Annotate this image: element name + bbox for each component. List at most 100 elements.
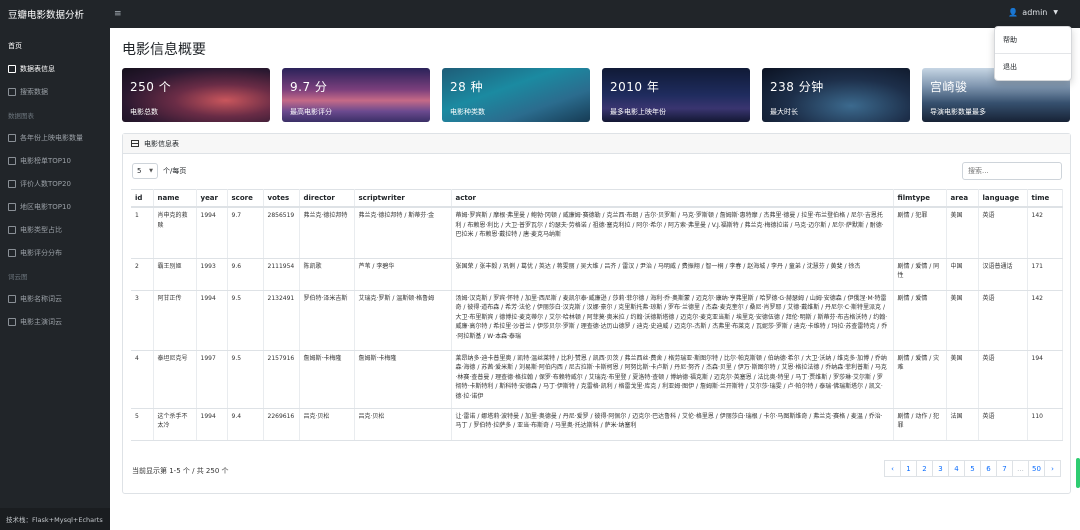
- sidebar-heading-charts: 数据图表: [8, 111, 34, 120]
- cell-year: 1994: [196, 290, 228, 351]
- sidebar-item-home[interactable]: 首页: [0, 34, 110, 57]
- table-icon: [8, 64, 16, 73]
- chart-icon: [8, 202, 16, 211]
- card-label: 最大时长: [770, 108, 798, 116]
- cell-language: 英语: [978, 350, 1028, 409]
- sidebar-item-data-table[interactable]: 数据表信息: [0, 57, 110, 80]
- column-header-director[interactable]: director: [299, 189, 355, 208]
- page-button[interactable]: 6: [980, 460, 997, 477]
- card-value: 宫崎骏: [930, 80, 968, 94]
- cell-score: 9.6: [227, 258, 264, 291]
- sidebar-item-area-top10[interactable]: 地区电影TOP10: [0, 195, 110, 218]
- page-button[interactable]: 2: [916, 460, 933, 477]
- table-row: 3 阿甘正传 1994 9.5 2132491 罗伯特·泽米吉斯 艾瑞克·罗斯 …: [131, 290, 1063, 351]
- cell-scriptwriter: 吕克·贝松: [354, 408, 452, 441]
- cell-id: 2: [131, 258, 154, 291]
- cell-time: 194: [1027, 350, 1063, 409]
- menu-divider: [995, 53, 1071, 54]
- page-button[interactable]: 4: [948, 460, 965, 477]
- card-genre-count: 28 种 电影种类数: [442, 68, 590, 122]
- sidebar-item-label: 电影榜单TOP10: [20, 156, 71, 165]
- column-header-time[interactable]: time: [1027, 189, 1063, 208]
- sidebar-item-name-cloud[interactable]: 电影名称词云: [0, 287, 110, 310]
- sidebar-toggle-icon[interactable]: ≡: [114, 9, 122, 19]
- page-ellipsis: ...: [1012, 460, 1029, 477]
- chart-icon: [8, 179, 16, 188]
- page-prev-button[interactable]: ‹: [884, 460, 901, 477]
- cell-votes: 2132491: [263, 290, 300, 351]
- page-button[interactable]: 7: [996, 460, 1013, 477]
- cell-area: 法国: [946, 408, 979, 441]
- column-header-actor[interactable]: actor: [451, 189, 894, 208]
- user-icon: 👤: [1008, 8, 1019, 17]
- card-label: 电影总数: [130, 108, 158, 116]
- sidebar-item-label: 电影主演词云: [20, 317, 62, 326]
- table-icon: [131, 140, 139, 147]
- card-value: 250 个: [130, 80, 172, 94]
- column-header-area[interactable]: area: [946, 189, 979, 208]
- scrollbar-thumb[interactable]: [1076, 458, 1080, 488]
- cell-director: 吕克·贝松: [299, 408, 355, 441]
- cell-name: 这个杀手不太冷: [153, 408, 197, 441]
- page-button[interactable]: 50: [1028, 460, 1045, 477]
- cell-actor: 蒂姆·罗宾斯 / 摩根·弗里曼 / 鲍勃·冈顿 / 威廉姆·赛德勒 / 克兰西·…: [451, 207, 894, 259]
- sidebar-item-actor-cloud[interactable]: 电影主演词云: [0, 310, 110, 333]
- page-next-button[interactable]: ›: [1044, 460, 1061, 477]
- chart-icon: [8, 225, 16, 234]
- top-navbar: 豆瓣电影数据分析 ≡ 👤 admin ▼: [0, 0, 1080, 28]
- column-header-scriptwriter[interactable]: scriptwriter: [354, 189, 452, 208]
- column-header-name[interactable]: name: [153, 189, 197, 208]
- sidebar-item-score-dist[interactable]: 电影评分分布: [0, 241, 110, 264]
- cell-filmtype: 剧情 / 爱情 / 同性: [893, 258, 947, 291]
- column-header-id[interactable]: id: [131, 189, 154, 208]
- sidebar-item-type-share[interactable]: 电影类型占比: [0, 218, 110, 241]
- per-page-select[interactable]: 5 ▼: [132, 163, 158, 179]
- menu-item-help[interactable]: 帮助: [995, 30, 1071, 50]
- table-row: 1 肖申克的救赎 1994 9.7 2856519 弗兰克·德拉邦特 弗兰克·德…: [131, 207, 1063, 259]
- sidebar-item-label: 首页: [8, 41, 22, 50]
- card-label: 电影种类数: [450, 108, 485, 116]
- chart-icon: [8, 133, 16, 142]
- pagination: ‹ 1 2 3 4 5 6 7 ... 50 ›: [884, 460, 1061, 477]
- menu-item-logout[interactable]: 退出: [995, 57, 1071, 77]
- column-header-filmtype[interactable]: filmtype: [893, 189, 947, 208]
- column-header-score[interactable]: score: [227, 189, 264, 208]
- app-brand[interactable]: 豆瓣电影数据分析: [0, 7, 110, 21]
- chevron-down-icon: ▼: [149, 168, 153, 174]
- sidebar-item-search[interactable]: 搜索数据: [0, 80, 110, 103]
- card-value: 238 分钟: [770, 80, 824, 94]
- user-menu[interactable]: 👤 admin ▼: [1008, 8, 1058, 17]
- sidebar-item-label: 电影名称词云: [20, 294, 62, 303]
- movie-table-panel: 电影信息表 5 ▼ 个/每页 id name year score: [122, 133, 1071, 494]
- sidebar-item-label: 电影类型占比: [20, 225, 62, 234]
- column-header-language[interactable]: language: [978, 189, 1028, 208]
- sidebar-item-votes-top20[interactable]: 评价人数TOP20: [0, 172, 110, 195]
- card-max-duration: 238 分钟 最大时长: [762, 68, 910, 122]
- movie-table: id name year score votes director script…: [131, 189, 1063, 441]
- sidebar-item-top10[interactable]: 电影榜单TOP10: [0, 149, 110, 172]
- cell-id: 1: [131, 207, 154, 259]
- user-name: admin: [1022, 8, 1048, 17]
- column-header-votes[interactable]: votes: [263, 189, 300, 208]
- chart-icon: [8, 248, 16, 257]
- cell-scriptwriter: 芦苇 / 李碧华: [354, 258, 452, 291]
- cell-time: 171: [1027, 258, 1063, 291]
- cell-year: 1993: [196, 258, 228, 291]
- sidebar-item-year-count[interactable]: 各年份上映电影数量: [0, 126, 110, 149]
- cell-name: 泰坦尼克号: [153, 350, 197, 409]
- cell-director: 陈凯歌: [299, 258, 355, 291]
- page-button[interactable]: 1: [900, 460, 917, 477]
- cell-actor: 莱昂纳多·迪卡普里奥 / 凯特·温丝莱特 / 比利·赞恩 / 凯西·贝茨 / 弗…: [451, 350, 894, 409]
- table-row: 2 霸王别姬 1993 9.6 2111954 陈凯歌 芦苇 / 李碧华 张国荣…: [131, 258, 1063, 291]
- cell-votes: 2157916: [263, 350, 300, 409]
- page-button[interactable]: 5: [964, 460, 981, 477]
- page-button[interactable]: 3: [932, 460, 949, 477]
- cell-year: 1994: [196, 207, 228, 259]
- cell-votes: 2269616: [263, 408, 300, 441]
- cell-area: 美国: [946, 350, 979, 409]
- cell-filmtype: 剧情 / 犯罪: [893, 207, 947, 259]
- cell-year: 1997: [196, 350, 228, 409]
- search-input[interactable]: [962, 162, 1062, 180]
- column-header-year[interactable]: year: [196, 189, 228, 208]
- per-page-label: 个/每页: [163, 167, 187, 175]
